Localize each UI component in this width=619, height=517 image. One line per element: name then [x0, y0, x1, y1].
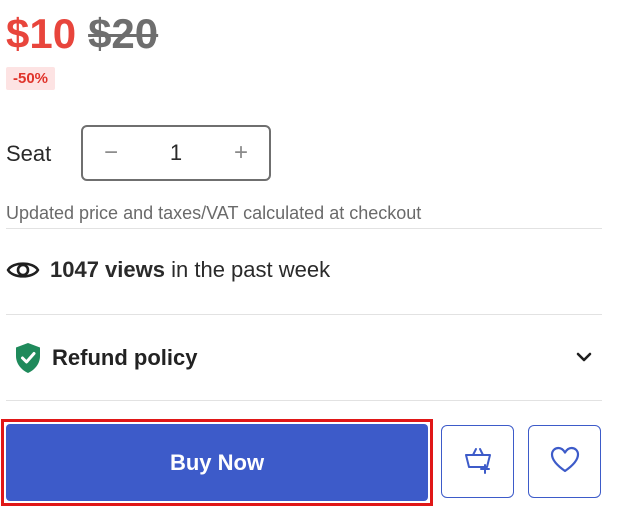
chevron-down-icon[interactable] [574, 347, 594, 367]
seat-quantity-value[interactable]: 1 [170, 140, 182, 166]
views-count: 1047 views [50, 257, 165, 282]
decrement-button[interactable]: − [83, 127, 139, 179]
checkout-note: Updated price and taxes/VAT calculated a… [6, 203, 422, 223]
heart-icon [549, 445, 581, 478]
views-info: 1047 views in the past week [6, 257, 330, 283]
divider [6, 400, 602, 401]
divider [6, 314, 602, 315]
views-suffix: in the past week [171, 257, 331, 282]
seat-label: Seat [6, 141, 52, 166]
basket-add-icon [462, 445, 494, 478]
increment-button[interactable]: + [213, 127, 269, 179]
eye-icon [6, 258, 40, 282]
seat-quantity-stepper: − 1 + [81, 125, 271, 181]
price-row: $10 $20 [6, 10, 158, 58]
original-price: $20 [88, 10, 159, 57]
refund-policy-accordion[interactable]: Refund policy [6, 335, 602, 381]
divider [6, 228, 602, 229]
product-purchase-panel: $10 $20 -50% Seat − 1 + Updated price an… [0, 0, 619, 517]
refund-policy-label: Refund policy [52, 345, 198, 370]
add-to-basket-button[interactable] [441, 425, 514, 498]
current-price: $10 [6, 10, 77, 57]
shield-check-icon [14, 342, 42, 374]
discount-badge: -50% [6, 67, 56, 90]
wishlist-button[interactable] [528, 425, 601, 498]
buy-now-button[interactable]: Buy Now [6, 424, 428, 501]
